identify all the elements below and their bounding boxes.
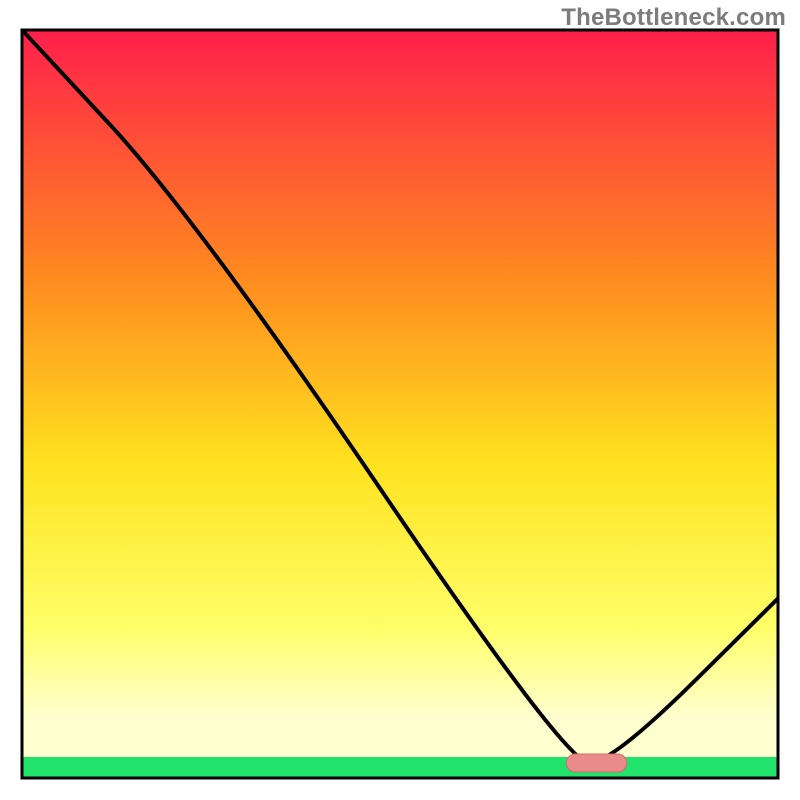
gradient-background [22,30,778,778]
bottleneck-chart [0,0,800,800]
attribution-label: TheBottleneck.com [561,4,786,32]
optimum-marker [566,754,626,772]
chart-frame: TheBottleneck.com [0,0,800,800]
